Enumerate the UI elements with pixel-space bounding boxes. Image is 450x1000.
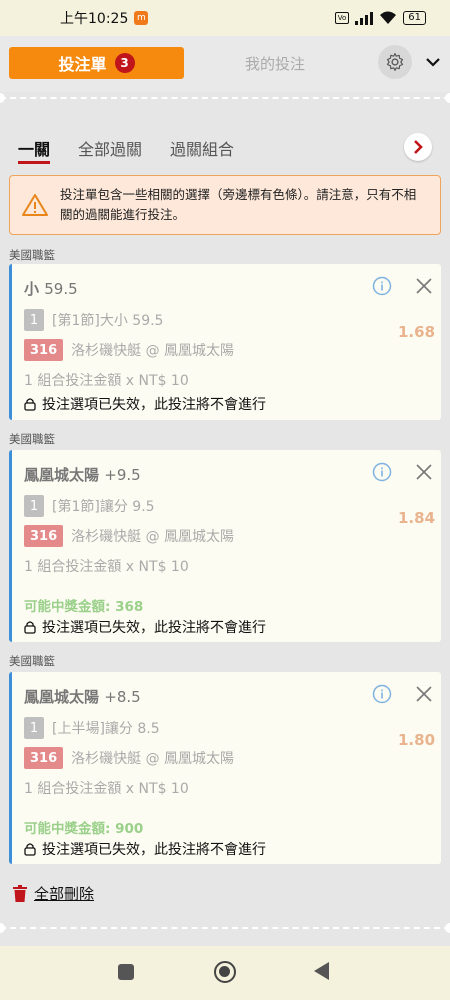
tab-my-bets[interactable]: 我的投注	[195, 47, 355, 79]
match-id-badge: 316	[24, 339, 64, 361]
league-label: 美國職籃	[9, 248, 55, 262]
bet-card: 小 59.5 1 [第1節]大小 59.5 316 洛杉磯快艇 @ 鳳凰城太陽 1.…	[9, 264, 441, 420]
betslip-header: 投注單 3 我的投注	[0, 36, 450, 92]
lock-icon	[24, 621, 36, 634]
selection-name: 小	[24, 280, 40, 298]
match-row: 316 洛杉磯快艇 @ 鳳凰城太陽	[24, 525, 234, 547]
odds-value: 1.68	[398, 323, 436, 341]
chevron-right-icon	[414, 140, 423, 154]
divider-notch	[445, 923, 450, 933]
divider	[0, 97, 450, 99]
settings-button[interactable]	[378, 45, 412, 79]
betslip-count-badge: 3	[114, 53, 135, 73]
active-tab-indicator	[18, 161, 50, 164]
selection-name: 鳳凰城太陽	[24, 688, 100, 706]
info-icon[interactable]	[372, 276, 392, 296]
bet-type-tabs: 一關 全部過關 過關組合	[0, 120, 450, 170]
divider-notch	[0, 93, 5, 103]
match-id-badge: 316	[24, 525, 64, 547]
bet-status: 投注選項已失效，此投注將不會進行	[24, 839, 266, 859]
league-label: 美國職籃	[9, 654, 55, 668]
selection-line: 59.5	[44, 280, 78, 298]
match-id-badge: 316	[24, 747, 64, 769]
clock: 上午10:25	[60, 11, 129, 27]
app-notification-icon: m	[134, 11, 149, 25]
tab-all-parlay[interactable]: 全部過關	[78, 136, 142, 160]
delete-all-label: 全部刪除	[34, 885, 95, 903]
bet-status-text: 投注選項已失效，此投注將不會進行	[42, 842, 266, 858]
period-badge: 1	[24, 309, 44, 331]
bet-status-text: 投注選項已失效，此投注將不會進行	[42, 620, 266, 636]
warning-icon	[22, 194, 48, 216]
market-row: 1 [第1節]大小 59.5	[24, 309, 163, 331]
match-row: 316 洛杉磯快艇 @ 鳳凰城太陽	[24, 747, 234, 769]
stake-amount: 1 組合投注金額 x NT$ 10	[24, 373, 189, 389]
delete-all-button[interactable]: 全部刪除	[12, 883, 94, 904]
market-row: 1 [上半場]讓分 8.5	[24, 717, 160, 739]
market-row: 1 [第1節]讓分 9.5	[24, 495, 155, 517]
gear-icon	[386, 53, 404, 71]
status-bar: 上午10:25 m Vo 61	[0, 0, 450, 36]
battery-icon: 61	[403, 11, 426, 25]
chevron-down-icon	[426, 58, 440, 67]
match-row: 316 洛杉磯快艇 @ 鳳凰城太陽	[24, 339, 234, 361]
odds-value: 1.80	[398, 731, 436, 749]
lock-icon	[24, 843, 36, 856]
tab-single[interactable]: 一關	[18, 136, 50, 160]
close-icon[interactable]	[414, 462, 434, 482]
wifi-icon	[380, 11, 397, 24]
market-name: [第1節]讓分 9.5	[52, 499, 155, 515]
tab-parlay-combo[interactable]: 過關組合	[170, 136, 234, 160]
close-icon[interactable]	[414, 276, 434, 296]
bet-status: 投注選項已失效，此投注將不會進行	[24, 617, 266, 637]
tabs-next-button[interactable]	[404, 133, 432, 161]
close-icon[interactable]	[414, 684, 434, 704]
selection-line: +8.5	[104, 688, 141, 706]
bet-status-text: 投注選項已失效，此投注將不會進行	[42, 397, 266, 413]
warning-banner: 投注單包含一些相關的選擇（旁邊標有色條）。請注意，只有不相關的過關能進行投注。	[9, 175, 441, 235]
signal-icon	[355, 11, 374, 25]
potential-win: 可能中獎金額: 368	[24, 599, 144, 615]
home-icon[interactable]	[214, 961, 236, 983]
bet-card: 鳳凰城太陽 +9.5 1 [第1節]讓分 9.5 316 洛杉磯快艇 @ 鳳凰城太陽…	[9, 450, 441, 642]
selection-title: 鳳凰城太陽 +9.5	[24, 464, 141, 485]
collapse-button[interactable]	[420, 49, 446, 75]
selection-title: 小 59.5	[24, 278, 78, 299]
market-name: [第1節]大小 59.5	[52, 313, 164, 329]
divider-notch	[0, 923, 5, 933]
period-badge: 1	[24, 495, 44, 517]
trash-icon	[13, 884, 27, 902]
info-icon[interactable]	[372, 462, 392, 482]
match-name: 洛杉磯快艇 @ 鳳凰城太陽	[71, 751, 235, 767]
info-icon[interactable]	[372, 684, 392, 704]
bet-card: 鳳凰城太陽 +8.5 1 [上半場]讓分 8.5 316 洛杉磯快艇 @ 鳳凰城太陽…	[9, 672, 441, 864]
warning-text: 投注單包含一些相關的選擇（旁邊標有色條）。請注意，只有不相關的過關能進行投注。	[60, 187, 417, 222]
stake-amount: 1 組合投注金額 x NT$ 10	[24, 781, 189, 797]
market-name: [上半場]讓分 8.5	[52, 721, 160, 737]
odds-value: 1.84	[398, 509, 436, 527]
potential-win: 可能中獎金額: 900	[24, 821, 144, 837]
league-label: 美國職籃	[9, 432, 55, 446]
tab-betslip[interactable]: 投注單 3	[9, 47, 184, 79]
back-icon[interactable]	[314, 962, 329, 980]
match-name: 洛杉磯快艇 @ 鳳凰城太陽	[71, 343, 235, 359]
status-icons: Vo 61	[334, 11, 426, 25]
match-name: 洛杉磯快艇 @ 鳳凰城太陽	[71, 529, 235, 545]
system-nav-bar	[0, 946, 450, 1000]
selection-title: 鳳凰城太陽 +8.5	[24, 686, 141, 707]
divider	[0, 927, 450, 929]
tab-betslip-label: 投注單	[58, 55, 107, 74]
selection-line: +9.5	[104, 466, 141, 484]
selection-name: 鳳凰城太陽	[24, 466, 100, 484]
lock-icon	[24, 398, 36, 411]
divider-notch	[445, 93, 450, 103]
bet-status: 投注選項已失效，此投注將不會進行	[24, 394, 266, 414]
volte-icon: Vo	[334, 12, 350, 24]
stake-amount: 1 組合投注金額 x NT$ 10	[24, 559, 189, 575]
period-badge: 1	[24, 717, 44, 739]
recents-icon[interactable]	[118, 964, 134, 980]
